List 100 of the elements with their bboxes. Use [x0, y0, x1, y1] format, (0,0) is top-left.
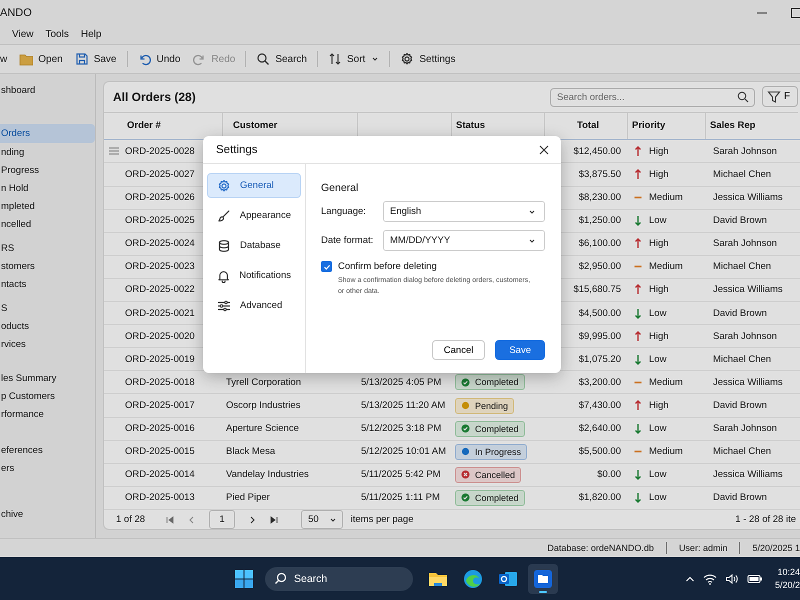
priority-text: Medium	[649, 192, 683, 204]
sliders-icon	[217, 298, 231, 312]
status-text: Cancelled	[475, 470, 516, 480]
sidebar-item[interactable]: shboard	[0, 82, 95, 100]
dropdown[interactable]: English	[383, 201, 545, 222]
clock-time[interactable]: 10:24	[777, 566, 800, 578]
table-cell-text: Oscorp Industries	[225, 400, 302, 412]
sidebar-item[interactable]: eferences	[0, 442, 95, 460]
toolbar-button[interactable]: Save	[68, 49, 122, 69]
table-cell-text: 5/12/2025 3:18 PM	[360, 423, 442, 434]
sidebar-item[interactable]: nding	[0, 144, 95, 162]
sidebar-item[interactable]: S	[0, 300, 95, 318]
dot-icon	[461, 447, 470, 456]
first-page-icon[interactable]	[165, 514, 176, 525]
toolbar-button[interactable]: Open	[13, 49, 69, 69]
dropdown[interactable]: MM/DD/YYYY	[383, 230, 545, 251]
sidebar-item[interactable]: p Customers	[0, 388, 95, 406]
taskbar-app[interactable]	[528, 564, 558, 594]
sidebar-item[interactable]: ncelled	[0, 216, 95, 234]
per-page-select[interactable]: 50	[301, 510, 343, 530]
table-cell-text: David Brown	[712, 400, 768, 412]
panel-title: All Orders (28)	[113, 90, 197, 104]
sidebar-item[interactable]: ntacts	[0, 276, 95, 294]
toolbar-button[interactable]: Sort	[322, 49, 386, 69]
table-cell-text: Aperture Science	[225, 423, 300, 434]
wifi-icon[interactable]	[702, 572, 717, 584]
table-cell-text: ORD-2025-0022	[124, 284, 196, 296]
caret-icon	[328, 516, 337, 524]
cancel-button[interactable]: Cancel	[432, 340, 486, 360]
table-cell-text: ORD-2025-0016	[124, 423, 196, 434]
sidebar-item[interactable]: mpleted	[0, 198, 95, 216]
search-field[interactable]: Search orders...	[550, 88, 755, 108]
sidebar-item[interactable]: rvices	[0, 336, 95, 354]
table-cell-text: $9,995.00	[578, 330, 622, 342]
sidebar-item[interactable]: les Summary	[0, 370, 95, 388]
menu-item[interactable]: Help	[80, 28, 102, 41]
sidebar-item[interactable]: stomers	[0, 258, 95, 276]
sidebar-item[interactable]: RS	[0, 240, 95, 258]
save-button[interactable]: Save	[495, 340, 545, 360]
column-header[interactable]: Sales Rep	[705, 112, 800, 140]
toolbar-button[interactable]: Search	[250, 49, 313, 69]
table-cell-text: $6,100.00	[578, 238, 622, 250]
filter-button[interactable]: F	[762, 86, 798, 108]
toolbar-button[interactable]: w	[0, 50, 14, 68]
sidebar-item[interactable]: rformance	[0, 406, 95, 424]
start-icon[interactable]	[234, 568, 254, 588]
sidebar-item[interactable]: ers	[0, 460, 95, 478]
caret-icon	[528, 208, 536, 216]
settings-nav-item[interactable]: Database	[207, 233, 301, 258]
sidebar-item[interactable]: oducts	[0, 318, 95, 336]
maximize-icon[interactable]	[790, 6, 800, 18]
priority-text: High	[649, 168, 669, 180]
toolbar-button[interactable]: Settings	[394, 49, 462, 69]
page-field[interactable]: 1	[209, 510, 236, 530]
settings-nav-item[interactable]: General	[207, 173, 301, 198]
table-cell-text: $7,430.00	[578, 400, 622, 412]
table-cell-text: ORD-2025-0023	[124, 261, 196, 272]
settings-nav-item[interactable]: Notifications	[207, 263, 301, 288]
close-icon[interactable]	[539, 144, 549, 154]
gear-icon	[400, 52, 414, 66]
volume-icon[interactable]	[724, 572, 739, 584]
search-icon	[274, 572, 287, 585]
arrow-down-icon	[633, 491, 643, 504]
column-header[interactable]: Order #	[123, 112, 222, 140]
menu-item[interactable]: View	[12, 28, 34, 41]
table-cell-text: ORD-2025-0024	[124, 238, 196, 250]
sidebar-item[interactable]: Orders	[0, 124, 95, 143]
table-cell-text: Michael Chen	[712, 168, 772, 180]
arrow-down-icon	[633, 214, 643, 228]
column-header[interactable]: Priority	[627, 112, 705, 140]
table-cell-text: Sarah Johnson	[712, 146, 778, 157]
sidebar-item[interactable]: chive	[0, 506, 95, 524]
caret-icon	[371, 55, 380, 63]
last-page-icon[interactable]	[269, 514, 280, 525]
database-icon	[217, 238, 231, 252]
table-cell-text: Jessica Williams	[712, 192, 784, 204]
table-cell-text: ORD-2025-0014	[124, 469, 196, 480]
settings-nav-item[interactable]: Appearance	[207, 203, 301, 228]
sidebar-item[interactable]: Progress	[0, 162, 95, 180]
save-icon	[74, 52, 89, 66]
arrow-up-icon	[633, 283, 643, 296]
taskbar-search[interactable]: Search	[265, 566, 413, 590]
table-cell-text: ORD-2025-0018	[124, 376, 196, 388]
table-cell-text: 5/13/2025 11:20 AM	[360, 400, 446, 412]
settings-nav-item[interactable]: Advanced	[207, 293, 301, 318]
table-cell-text: ORD-2025-0026	[124, 192, 196, 204]
arrow-down-icon	[633, 352, 643, 366]
sidebar-item[interactable]: n Hold	[0, 180, 95, 198]
table-cell-text: $1,820.00	[578, 492, 622, 504]
folder-icon	[532, 568, 554, 590]
sort-icon	[328, 52, 342, 66]
clock-date[interactable]: 5/20/2	[774, 578, 800, 592]
arrow-down-icon	[633, 306, 643, 320]
table-cell-text: 5/11/2025 5:42 PM	[360, 469, 442, 480]
section-heading: General	[321, 182, 360, 194]
checkbox[interactable]	[321, 261, 332, 272]
battery-icon[interactable]	[746, 574, 763, 584]
menu-item[interactable]: Tools	[46, 28, 69, 41]
table-cell-text: David Brown	[712, 492, 768, 504]
toolbar-button[interactable]: Undo	[132, 49, 186, 69]
